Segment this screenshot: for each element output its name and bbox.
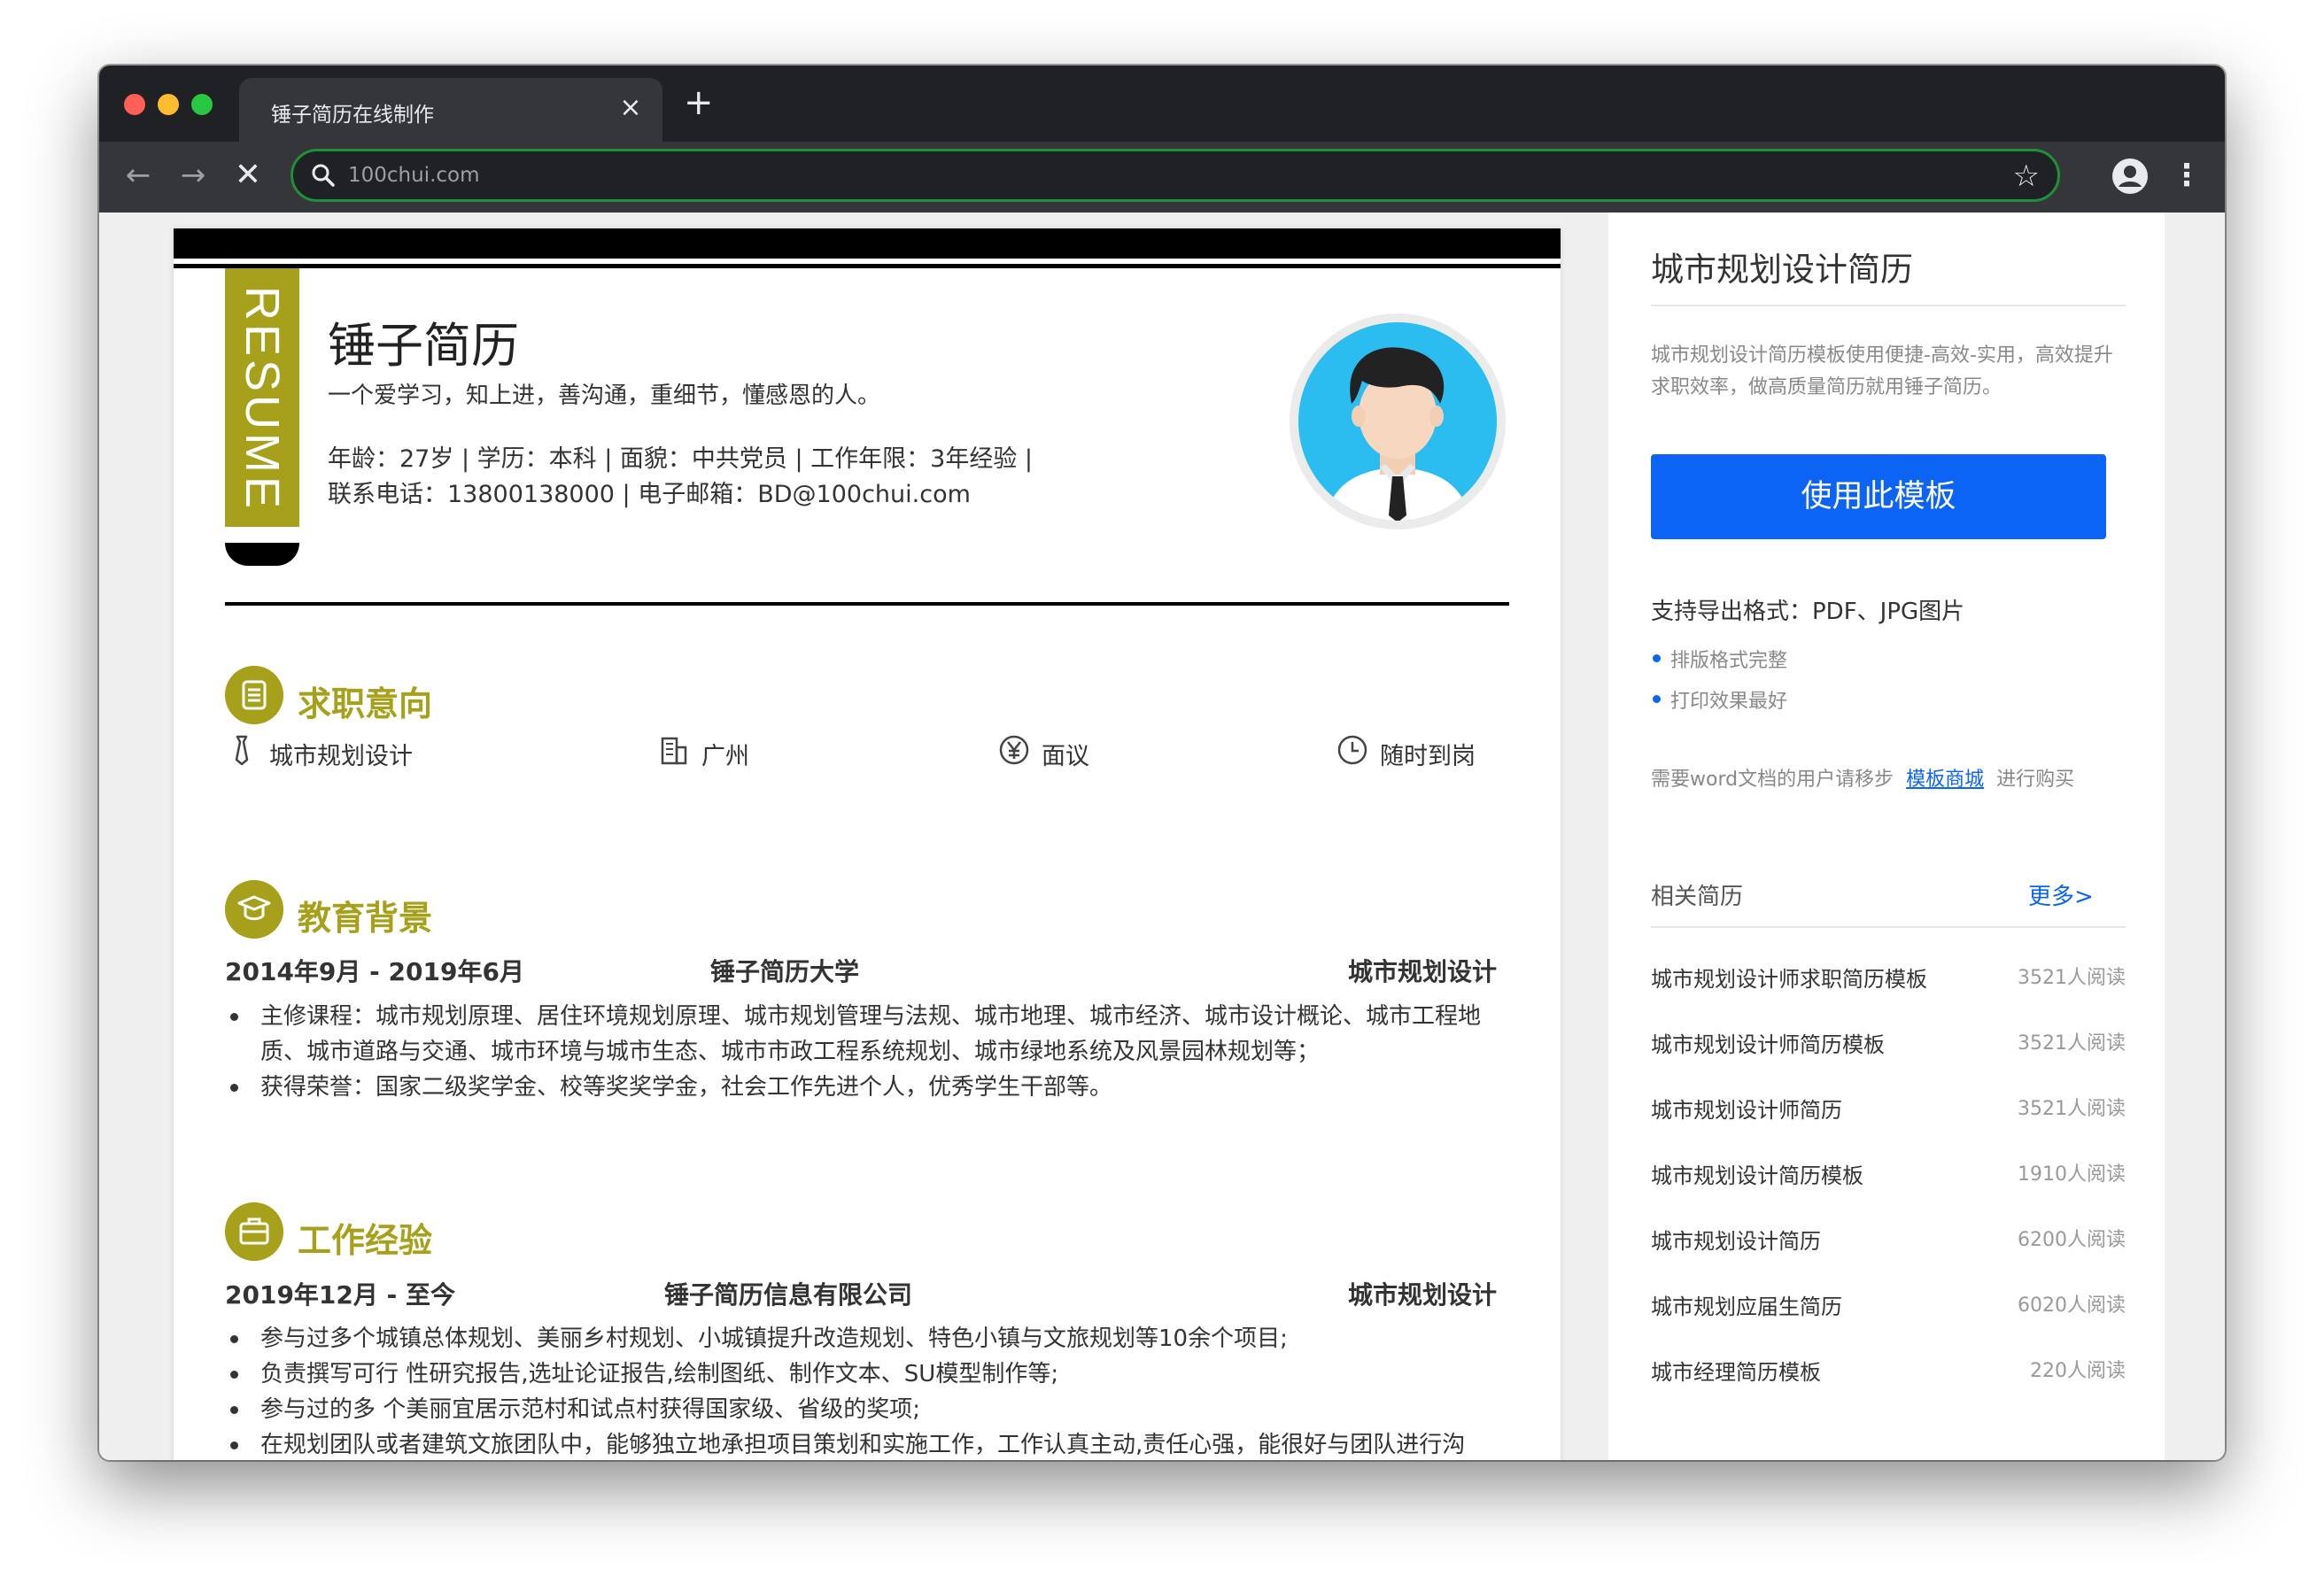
education-bullets: 主修课程：城市规划原理、居住环境规划原理、城市规划管理与法规、城市地理、城市经济… [225,999,1518,1105]
related-item[interactable]: 城市规划设计师简历 3521人阅读 [1651,1093,2126,1124]
tie-icon [235,735,249,766]
intent-availability-label: 随时到岗 [1380,743,1476,770]
browser-toolbar: ← → ✕ 100chui.com ☆ ⋮ [99,142,2225,213]
resume-top-line [174,264,1561,268]
template-store-link[interactable]: 模板商城 [1906,769,1984,791]
tab-title: 锤子简历在线制作 [271,104,434,127]
related-item-reads: 3521人阅读 [2018,967,2126,989]
account-icon[interactable] [2111,158,2149,195]
intent-title: 求职意向 [298,684,433,723]
feature-item: 打印效果最好 [1651,685,1787,714]
word-doc-note: 需要word文档的用户请移步 模板商城 进行购买 [1651,763,2074,792]
briefcase-icon [225,1202,283,1261]
browser-tab[interactable]: 锤子简历在线制作 × [239,78,662,142]
sidebar-divider [1651,305,2126,306]
template-description: 城市规划设计简历模板使用便捷-高效-实用，高效提升求职效率，做高质量简历就用锤子… [1651,344,2113,398]
word-note-prefix: 需要word文档的用户请移步 [1651,769,1894,791]
related-item[interactable]: 城市规划设计简历 6200人阅读 [1651,1224,2126,1256]
related-item-reads: 6020人阅读 [2018,1294,2126,1317]
related-item-reads: 220人阅读 [2030,1360,2126,1382]
education-period: 2014年9月 - 2019年6月 [225,957,524,986]
tab-close-icon[interactable]: × [615,92,647,124]
education-title: 教育背景 [298,899,433,938]
list-item: 主修课程：城市规划原理、居住环境规划原理、城市规划管理与法规、城市地理、城市经济… [225,999,1518,1070]
resume-top-bar [174,228,1561,259]
related-item-title[interactable]: 城市规划应届生简历 [1651,1289,1842,1320]
url-text[interactable]: 100chui.com [348,164,480,187]
page-viewport: RESUME 锤子简历 一个爱学习，知上进，善沟通，重细节，懂感恩的人。 年龄：… [99,213,2225,1460]
education-school: 锤子简历大学 [710,957,860,986]
education-row: 2014年9月 - 2019年6月 锤子简历大学 城市规划设计 [225,953,1509,988]
resume-name: 锤子简历 [328,318,519,374]
related-item-title[interactable]: 城市规划设计简历模板 [1651,1158,1863,1189]
intent-position-label: 城市规划设计 [269,743,413,770]
ribbon-text: RESUME [236,286,289,513]
document-icon [225,666,283,724]
resume-motto: 一个爱学习，知上进，善沟通，重细节，懂感恩的人。 [328,383,881,409]
browser-window: 锤子简历在线制作 × + ← → ✕ 100chui.com ☆ ⋮ RESUM… [99,66,2225,1460]
new-tab-button[interactable]: + [684,85,714,120]
minimize-window-button[interactable] [158,94,179,115]
related-item[interactable]: 城市规划设计师求职简历模板 3521人阅读 [1651,962,2126,993]
related-item[interactable]: 城市规划应届生简历 6020人阅读 [1651,1289,2126,1321]
list-item: 参与过的多 个美丽宜居示范村和试点村获得国家级、省级的奖项; [225,1392,1518,1427]
resume-basic-info: 年龄：27岁 | 学历：本科 | 面貌：中共党员 | 工作年限：3年经验 | [328,445,1033,473]
title-bar: 锤子简历在线制作 × + [99,66,2225,142]
related-item[interactable]: 城市经理简历模板 220人阅读 [1651,1355,2126,1387]
list-item: 在规划团队或者建筑文旅团队中，能够独立地承担项目策划和实施工作，工作认真主动,责… [225,1427,1518,1460]
related-item-reads: 3521人阅读 [2018,1032,2126,1055]
list-item: 负责撰写可行 性研究报告,选址论证报告,绘制图纸、制作文本、SU模型制作等; [225,1356,1518,1392]
related-item-title[interactable]: 城市规划设计师求职简历模板 [1651,962,1927,993]
education-major: 城市规划设计 [1347,957,1497,986]
related-divider [1651,926,2126,928]
building-icon [661,737,687,765]
list-item: 获得荣誉：国家二级奖学金、校等奖奖学金，社会工作先进个人，优秀学生干部等。 [225,1070,1518,1105]
template-title: 城市规划设计简历 [1651,251,1913,289]
related-item-title[interactable]: 城市经理简历模板 [1651,1355,1821,1386]
close-window-button[interactable] [124,94,145,115]
related-item-title[interactable]: 城市规划设计简历 [1651,1224,1821,1255]
related-item-title[interactable]: 城市规划设计师简历 [1651,1093,1842,1124]
back-button[interactable]: ← [119,156,158,195]
intent-city-label: 广州 [701,743,749,770]
related-item-reads: 1910人阅读 [2018,1163,2126,1186]
avatar [1290,313,1506,529]
work-row: 2019年12月 - 至今 锤子简历信息有限公司 城市规划设计 [225,1276,1509,1311]
search-icon [312,164,335,187]
work-bullets: 参与过多个城镇总体规划、美丽乡村规划、小城镇提升改造规划、特色小镇与文旅规划等1… [225,1321,1518,1460]
export-formats: 支持导出格式：PDF、JPG图片 [1651,599,1965,625]
use-template-button[interactable]: 使用此模板 [1651,454,2106,539]
address-bar[interactable]: 100chui.com ☆ [290,149,2060,202]
intent-salary-label: 面议 [1042,743,1089,770]
word-note-suffix: 进行购买 [1996,769,2075,791]
maximize-window-button[interactable] [191,94,213,115]
template-sidebar: 城市规划设计简历 城市规划设计简历模板使用便捷-高效-实用，高效提升求职效率，做… [1608,213,2165,1460]
browser-menu-icon[interactable]: ⋮ [2172,156,2202,195]
work-period: 2019年12月 - 至今 [225,1280,456,1310]
related-item[interactable]: 城市规划设计师简历模板 3521人阅读 [1651,1027,2126,1059]
related-item-reads: 3521人阅读 [2018,1098,2126,1120]
forward-button[interactable]: → [174,156,213,195]
resume-preview: RESUME 锤子简历 一个爱学习，知上进，善沟通，重细节，懂感恩的人。 年龄：… [174,228,1561,1460]
yen-icon [999,735,1029,765]
related-resumes-heading: 相关简历 [1651,884,1744,910]
clock-icon [1337,735,1367,765]
more-link[interactable]: 更多> [2028,878,2094,911]
work-title: 工作经验 [298,1221,433,1260]
work-company: 锤子简历信息有限公司 [664,1280,913,1310]
related-item-title[interactable]: 城市规划设计师简历模板 [1651,1027,1885,1058]
resume-contact-info: 联系电话：13800138000 | 电子邮箱：BD@100chui.com [328,481,971,508]
stop-loading-button[interactable]: ✕ [229,156,267,195]
work-position: 城市规划设计 [1347,1280,1497,1310]
graduation-cap-icon [225,880,283,939]
resume-ribbon: RESUME [225,268,299,527]
feature-item: 排版格式完整 [1651,645,1787,673]
related-item-reads: 6200人阅读 [2018,1229,2126,1251]
list-item: 参与过多个城镇总体规划、美丽乡村规划、小城镇提升改造规划、特色小镇与文旅规划等1… [225,1321,1518,1356]
related-item[interactable]: 城市规划设计简历模板 1910人阅读 [1651,1158,2126,1190]
bookmark-star-icon[interactable]: ☆ [2013,158,2040,194]
ribbon-tail [225,543,299,566]
header-divider [225,602,1509,606]
